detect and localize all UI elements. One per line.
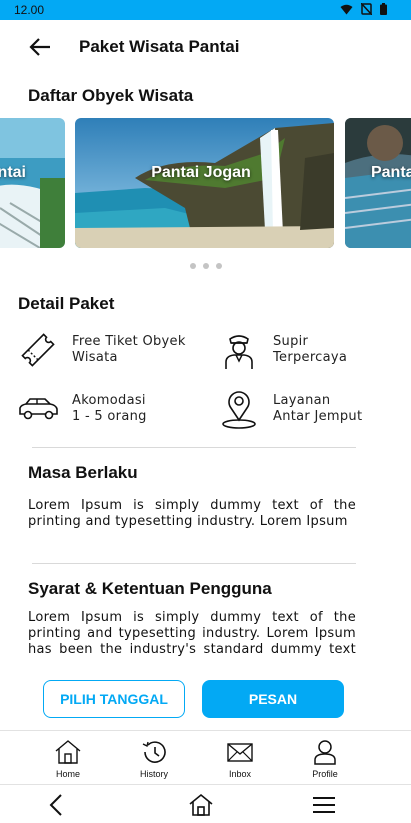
terms-title: Syarat & Ketentuan Pengguna [28, 579, 272, 598]
divider [32, 563, 356, 564]
destinations-title: Daftar Obyek Wisata [28, 86, 194, 105]
app-header: Paket Wisata Pantai [0, 20, 411, 76]
user-icon [314, 740, 336, 765]
nav-label: Profile [312, 769, 338, 779]
arrow-left-icon [29, 38, 50, 56]
waterfall-image [75, 118, 334, 248]
status-icons [340, 3, 387, 15]
bottom-nav: Home History Inbox Profile [0, 730, 411, 785]
validity-text: Lorem Ipsum is simply dummy text of the … [28, 498, 356, 529]
carousel-dot[interactable] [189, 263, 196, 269]
carousel-dots [0, 263, 411, 269]
back-icon [49, 794, 62, 816]
ticket-icon [16, 328, 60, 372]
carousel-dot[interactable] [215, 263, 222, 269]
no-signal-icon [361, 3, 372, 15]
slide-label: Pantai [0, 164, 26, 181]
page-title: Paket Wisata Pantai [79, 37, 240, 56]
location-pin-icon [217, 387, 261, 431]
feature-accommodation: Akomodasi 1 - 5 orang [16, 387, 147, 431]
battery-icon [380, 3, 387, 15]
nav-item-inbox[interactable]: Inbox [210, 739, 270, 779]
package-details-title: Detail Paket [18, 294, 115, 313]
divider [32, 447, 356, 448]
destination-slide[interactable]: Pantai Jogan [75, 118, 334, 248]
nav-item-home[interactable]: Home [38, 739, 98, 779]
destination-slide[interactable]: Pantai [345, 118, 411, 248]
nav-label: Home [55, 769, 80, 779]
car-icon [16, 387, 60, 431]
destination-slide[interactable]: Pantai [0, 118, 65, 248]
order-button[interactable]: PESAN [202, 680, 344, 718]
mail-icon [227, 743, 253, 762]
action-bar: PILIH TANGGAL PESAN [0, 672, 411, 728]
status-bar: 12.00 [0, 0, 411, 20]
wifi-icon [340, 4, 353, 14]
system-home-button[interactable] [186, 792, 216, 818]
system-nav [0, 786, 411, 823]
destination-carousel[interactable]: Pantai Pantai Jogan [0, 118, 411, 248]
back-button[interactable] [28, 34, 54, 60]
slide-label: Pantai Jogan [151, 164, 251, 181]
pier-image [345, 118, 411, 248]
feature-pickup: Layanan Antar Jemput [217, 387, 362, 431]
menu-icon [313, 797, 335, 813]
nav-item-profile[interactable]: Profile [295, 739, 355, 779]
feature-free-ticket: Free Tiket Obyek Wisata [16, 328, 186, 372]
feature-label: Free Tiket Obyek Wisata [72, 334, 186, 365]
history-icon [142, 741, 166, 763]
status-time: 12.00 [14, 3, 45, 17]
driver-icon [217, 328, 261, 372]
feature-label: Layanan Antar Jemput [273, 393, 363, 424]
pick-date-button[interactable]: PILIH TANGGAL [43, 680, 185, 718]
nav-label: History [139, 769, 168, 779]
feature-label: Akomodasi 1 - 5 orang [72, 393, 147, 424]
validity-title: Masa Berlaku [28, 463, 138, 482]
home-icon [189, 793, 213, 816]
carousel-dot[interactable] [202, 263, 209, 269]
beach-image [0, 118, 65, 248]
nav-label: Inbox [228, 769, 252, 779]
system-menu-button[interactable] [309, 792, 339, 818]
slide-label: Pantai [370, 164, 411, 181]
feature-driver: Supir Terpercaya [217, 328, 347, 372]
home-icon [55, 740, 81, 764]
system-back-button[interactable] [41, 792, 71, 818]
terms-text: Lorem Ipsum is simply dummy text of the … [28, 610, 356, 657]
nav-item-history[interactable]: History [124, 739, 184, 779]
feature-label: Supir Terpercaya [273, 334, 348, 365]
